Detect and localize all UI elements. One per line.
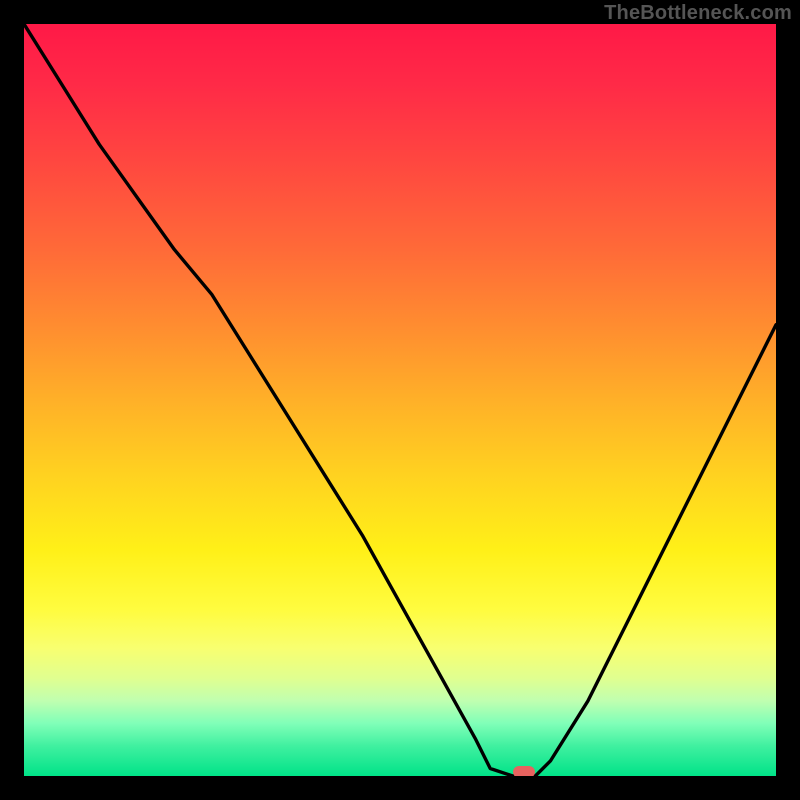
plot-area xyxy=(24,24,776,776)
watermark-text: TheBottleneck.com xyxy=(604,2,792,25)
chart-frame: TheBottleneck.com xyxy=(0,0,800,800)
curve-path xyxy=(24,24,776,776)
optimal-marker xyxy=(513,766,535,776)
bottleneck-curve xyxy=(24,24,776,776)
